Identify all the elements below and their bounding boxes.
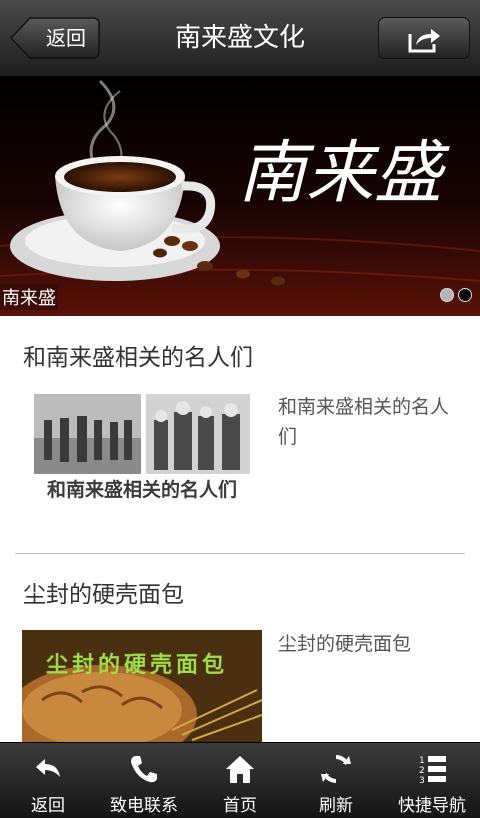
banner-slideshow[interactable]: 南来盛 南来盛: [0, 76, 480, 316]
tab-quick-nav[interactable]: 1 2 3 快捷导航: [384, 743, 480, 818]
article-thumbnail-celebrities[interactable]: 和南来盛相关的名人们: [22, 390, 262, 504]
tab-label: 首页: [223, 796, 257, 816]
phone-icon: [131, 756, 157, 783]
article-thumbnail-bread[interactable]: 尘封的硬壳面包: [22, 630, 262, 742]
article-title[interactable]: 和南来盛相关的名人们: [23, 338, 253, 372]
svg-text:1: 1: [419, 756, 425, 766]
back-button[interactable]: 返回: [10, 17, 100, 59]
refresh-icon: [321, 754, 351, 784]
tab-label: 刷新: [319, 796, 353, 816]
tab-refresh[interactable]: 刷新: [288, 743, 384, 818]
thumbnail-caption: 尘封的硬壳面包: [46, 652, 228, 678]
banner-caption: 南来盛: [0, 284, 58, 310]
share-button[interactable]: [378, 17, 470, 59]
tab-home[interactable]: 首页: [192, 743, 288, 818]
banner-calligraphy: 南来盛: [238, 134, 450, 213]
tab-label: 致电联系: [110, 796, 178, 816]
banner-coffee-image: 南来盛: [0, 76, 480, 316]
home-icon: [226, 756, 254, 783]
slide-dot[interactable]: [458, 288, 472, 302]
article-title[interactable]: 尘封的硬壳面包: [23, 575, 184, 609]
divider: [15, 553, 465, 554]
tab-label: 返回: [31, 796, 65, 816]
svg-text:2: 2: [419, 766, 425, 776]
numbered-list-icon: 1 2 3: [419, 756, 446, 785]
tab-call[interactable]: 致电联系: [96, 743, 192, 818]
tab-back[interactable]: 返回: [0, 743, 96, 818]
slide-dot-active[interactable]: [440, 288, 454, 302]
back-arrow-icon: [36, 759, 60, 777]
bottom-tab-bar: 返回 致电联系 首页 刷新 1 2 3 快捷导航: [0, 742, 480, 818]
article-list: 和南来盛相关的名人们 和南来盛相关的名人们 和南来盛相关的名人们 尘封的硬壳面包…: [0, 316, 480, 742]
top-nav-bar: 返回 南来盛文化: [0, 0, 480, 77]
article-description[interactable]: 和南来盛相关的名人们: [278, 392, 458, 452]
tab-label: 快捷导航: [398, 796, 466, 816]
slide-indicator: [436, 287, 472, 306]
article-description[interactable]: 尘封的硬壳面包: [278, 629, 458, 659]
page-title: 南来盛文化: [174, 23, 305, 53]
share-icon: [408, 29, 440, 53]
svg-text:3: 3: [419, 776, 425, 785]
back-button-label: 返回: [46, 26, 86, 50]
thumbnail-caption: 和南来盛相关的名人们: [47, 478, 237, 501]
